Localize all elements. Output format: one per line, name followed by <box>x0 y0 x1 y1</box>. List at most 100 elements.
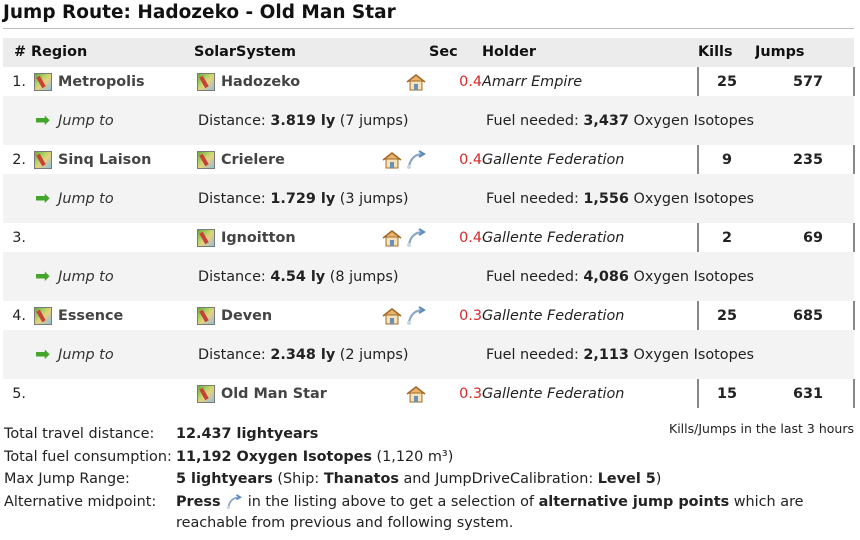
fuel-value: 2,113 <box>583 346 629 363</box>
summary-alt-press: Press <box>176 493 221 510</box>
col-header-sec: Sec <box>429 38 482 68</box>
jump-spacer <box>3 330 31 379</box>
system-map-icon[interactable] <box>197 306 215 325</box>
table-header-row: # Region SolarSystem Sec Holder Kills Ju… <box>3 38 854 68</box>
fuel-type: Oxygen Isotopes <box>633 190 755 207</box>
col-header-jumps: Jumps <box>755 38 854 68</box>
jumps-count: 69 <box>755 223 855 252</box>
kills-count: 2 <box>697 223 755 252</box>
system-cell: Hadozeko <box>194 67 429 96</box>
row-number: 5. <box>3 379 31 408</box>
distance-label: Distance: <box>198 346 266 363</box>
system-map-icon[interactable] <box>197 150 215 169</box>
jump-row: ➡ Jump to Distance: 1.729 ly (3 jumps) Fuel… <box>3 174 854 223</box>
system-cell: Old Man Star <box>194 379 429 408</box>
summary-fuel-volume: (1,120 m³) <box>376 448 454 465</box>
jump-spacer <box>3 174 31 223</box>
region-link[interactable]: Metropolis <box>58 74 145 90</box>
jump-fuel-cell: Fuel needed: 4,086 Oxygen Isotopes <box>482 252 854 301</box>
col-header-holder: Holder <box>482 38 698 68</box>
region-cell: Metropolis <box>31 67 194 96</box>
summary-skill-prefix: and JumpDriveCalibration: <box>403 471 594 487</box>
row-number: 3. <box>3 223 31 252</box>
jump-arrow-icon: ➡ <box>35 188 51 209</box>
holder-name: Gallente Federation <box>482 223 698 252</box>
fuel-type: Oxygen Isotopes <box>633 346 755 363</box>
alternative-jump-icon[interactable] <box>405 305 427 326</box>
jump-row: ➡ Jump to Distance: 2.348 ly (2 jumps) Fuel… <box>3 330 854 379</box>
summary-fuel-value: 11,192 Oxygen Isotopes <box>176 448 372 465</box>
jump-distance-cell: Distance: 3.819 ly (7 jumps) <box>194 96 482 145</box>
jump-row: ➡ Jump to Distance: 4.54 ly (8 jumps) Fuel … <box>3 252 854 301</box>
jump-row: ➡ Jump to Distance: 3.819 ly (7 jumps) Fuel… <box>3 96 854 145</box>
col-header-system: SolarSystem <box>194 38 429 68</box>
jump-to-label: Jump to <box>58 190 114 207</box>
station-icon <box>382 151 402 168</box>
summary-ship-name: Thanatos <box>323 471 399 487</box>
security-status: 0.3 <box>429 379 482 408</box>
fuel-type: Oxygen Isotopes <box>633 268 755 285</box>
summary-alt-label: Alternative midpoint: <box>4 493 157 510</box>
system-map-icon[interactable] <box>197 384 215 403</box>
jump-fuel-cell: Fuel needed: 1,556 Oxygen Isotopes <box>482 174 854 223</box>
system-link[interactable]: Crielere <box>221 152 285 168</box>
fuel-label: Fuel needed: <box>486 268 579 285</box>
distance-jumps: (7 jumps) <box>339 112 409 129</box>
station-icon <box>382 229 402 246</box>
region-cell <box>31 223 194 252</box>
system-link[interactable]: Hadozeko <box>221 74 300 90</box>
route-summary: Total travel distance: 12.437 lightyears… <box>4 424 854 535</box>
jumps-count: 235 <box>755 145 855 174</box>
holder-name: Gallente Federation <box>482 145 698 174</box>
distance-value: 2.348 ly <box>270 346 336 363</box>
region-map-icon[interactable] <box>34 306 52 325</box>
system-link[interactable]: Ignoitton <box>221 230 296 246</box>
summary-range-label: Max Jump Range: <box>4 471 130 487</box>
region-link[interactable]: Sinq Laison <box>58 152 151 168</box>
jump-to-label: Jump to <box>58 346 114 363</box>
col-header-num: # <box>3 38 31 68</box>
row-number: 2. <box>3 145 31 174</box>
region-map-icon[interactable] <box>34 150 52 169</box>
system-map-icon[interactable] <box>197 72 215 91</box>
holder-name: Gallente Federation <box>482 379 698 408</box>
station-icon <box>406 385 426 402</box>
system-map-icon[interactable] <box>197 228 215 247</box>
alternative-jump-icon[interactable] <box>405 149 427 170</box>
security-status: 0.4 <box>429 223 482 252</box>
fuel-type: Oxygen Isotopes <box>633 112 755 129</box>
jump-arrow-icon: ➡ <box>35 110 51 131</box>
region-cell: Sinq Laison <box>31 145 194 174</box>
summary-alt-bold: alternative jump points <box>538 493 730 510</box>
kills-count: 25 <box>697 67 755 96</box>
jump-to-cell: ➡ Jump to <box>31 330 194 379</box>
summary-fuel-row: Total fuel consumption: 11,192 Oxygen Is… <box>4 447 854 468</box>
system-row: 5. Old Man Star 0.3 Gallente Federation 15 63… <box>3 379 855 408</box>
holder-name: Gallente Federation <box>482 301 698 330</box>
system-link[interactable]: Old Man Star <box>221 386 327 402</box>
fuel-value: 1,556 <box>583 190 629 207</box>
jump-to-cell: ➡ Jump to <box>31 252 194 301</box>
jump-arrow-icon: ➡ <box>35 344 51 365</box>
distance-jumps: (8 jumps) <box>329 268 399 285</box>
row-number: 1. <box>3 67 31 96</box>
system-cell: Ignoitton <box>194 223 429 252</box>
distance-value: 4.54 ly <box>270 268 326 285</box>
alternative-jump-icon <box>225 493 243 510</box>
distance-value: 3.819 ly <box>270 112 336 129</box>
alternative-jump-icon[interactable] <box>405 227 427 248</box>
system-row: 3. Ignoitton 0.4 Gallente Federation 2 69 <box>3 223 855 252</box>
security-status: 0.4 <box>429 145 482 174</box>
summary-travel-label: Total travel distance: <box>4 426 155 442</box>
jump-distance-cell: Distance: 1.729 ly (3 jumps) <box>194 174 482 223</box>
region-cell <box>31 379 194 408</box>
summary-fuel-label: Total fuel consumption: <box>4 448 172 465</box>
jump-arrow-icon: ➡ <box>35 266 51 287</box>
region-map-icon[interactable] <box>34 72 52 91</box>
system-link[interactable]: Deven <box>221 308 272 324</box>
region-link[interactable]: Essence <box>58 308 123 324</box>
system-row: 1. Metropolis Hadozeko 0.4 Amarr Empire 25 577 <box>3 67 855 96</box>
kills-count: 25 <box>697 301 755 330</box>
fuel-label: Fuel needed: <box>486 112 579 129</box>
holder-name: Amarr Empire <box>482 67 698 96</box>
